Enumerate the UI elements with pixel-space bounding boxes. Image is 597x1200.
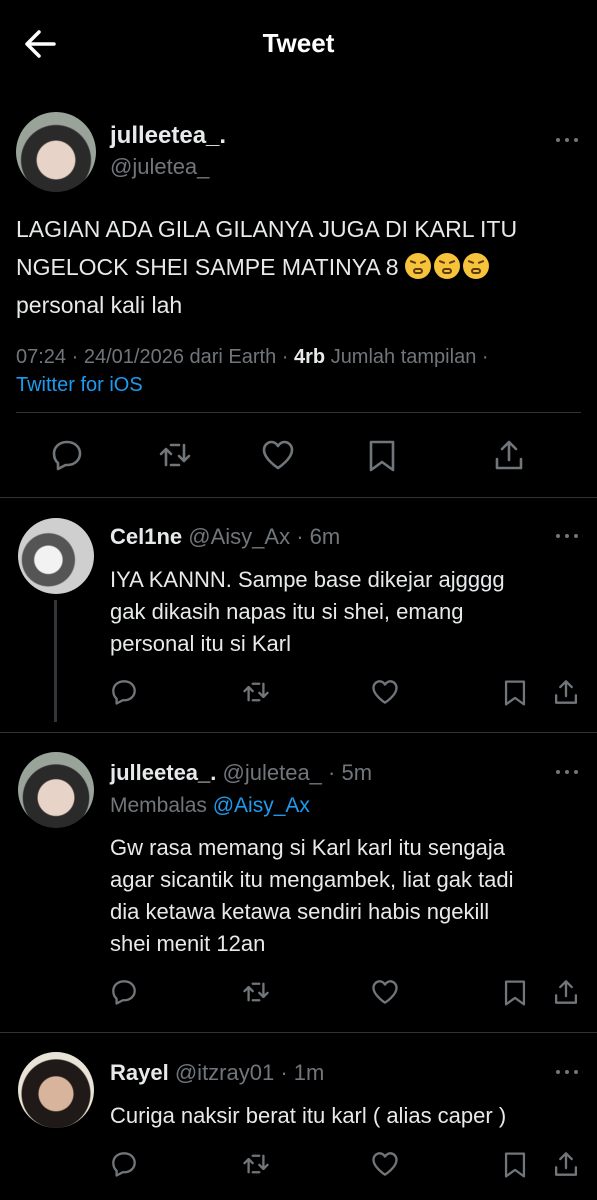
reply-text-line: personal itu si Karl (110, 631, 291, 656)
more-icon[interactable] (556, 530, 584, 542)
like-icon[interactable] (370, 978, 400, 1006)
reply-icon[interactable] (50, 438, 84, 472)
reply-text-line: Gw rasa memang si Karl karl itu sengaja (110, 835, 505, 860)
reply-icon[interactable] (110, 978, 138, 1006)
retweet-icon[interactable] (242, 978, 270, 1006)
like-icon[interactable] (370, 1150, 400, 1178)
views-count[interactable]: 4rb (294, 346, 325, 368)
divider (16, 412, 581, 413)
like-icon[interactable] (370, 678, 400, 706)
tweet-date[interactable]: 24/01/2026 dari Earth (84, 346, 276, 368)
reply-text-line: agar sicantik itu mengambek, liat gak ta… (110, 867, 514, 892)
replying-to: Membalas @Aisy_Ax (110, 794, 310, 818)
tweet-time[interactable]: 07:24 (16, 346, 66, 368)
reply-text-line: dia ketawa ketawa sendiri habis ngekill (110, 899, 490, 924)
tweet-text-line: personal kali lah (16, 292, 183, 318)
share-icon[interactable] (552, 678, 580, 706)
like-icon[interactable] (260, 438, 296, 472)
replying-to-link[interactable]: @Aisy_Ax (213, 794, 310, 817)
reply-header: julleetea_. @juletea_ · 5m (110, 760, 373, 785)
divider (0, 497, 597, 498)
tweet-text-segment: NGELOCK SHEI SAMPE MATINYA 8 (16, 254, 399, 280)
reply-text: IYA KANNN. Sampe base dikejar ajgggg gak… (110, 564, 580, 660)
tweet-text: LAGIAN ADA GILA GILANYA JUGA DI KARL ITU… (16, 210, 586, 324)
retweet-icon[interactable] (242, 1150, 270, 1178)
reply-age[interactable]: 5m (341, 760, 372, 785)
share-icon[interactable] (552, 1150, 580, 1178)
reply-icon[interactable] (110, 1150, 138, 1178)
retweet-icon[interactable] (242, 678, 270, 706)
reply-age[interactable]: 1m (294, 1060, 325, 1085)
more-icon[interactable] (556, 134, 584, 146)
tweet-meta: 07:24 · 24/01/2026 dari Earth · 4rb Juml… (16, 346, 489, 396)
display-name[interactable]: julleetea_. (110, 122, 226, 150)
page-title: Tweet (262, 28, 335, 58)
reply-text: Curiga naksir berat itu karl ( alias cap… (110, 1100, 580, 1132)
tired-face-emoji-icon (462, 253, 489, 279)
thread-line (54, 600, 57, 722)
bookmark-icon[interactable] (502, 978, 528, 1008)
more-icon[interactable] (556, 1066, 584, 1078)
reply-header: Rayel @itzray01 · 1m (110, 1060, 325, 1085)
user-handle[interactable]: @itzray01 (175, 1060, 274, 1085)
tweet-text-line: LAGIAN ADA GILA GILANYA JUGA DI KARL ITU (16, 216, 518, 242)
bookmark-icon[interactable] (502, 678, 528, 708)
views-label: Jumlah tampilan (330, 346, 477, 368)
more-icon[interactable] (556, 766, 584, 778)
divider (0, 732, 597, 733)
user-handle[interactable]: @Aisy_Ax (188, 524, 290, 549)
replying-label: Membalas (110, 794, 207, 817)
bookmark-icon[interactable] (502, 1150, 528, 1180)
reply-header: Cel1ne @Aisy_Ax · 6m (110, 524, 341, 549)
avatar[interactable] (16, 112, 96, 192)
avatar[interactable] (18, 518, 94, 594)
display-name[interactable]: julleetea_. (110, 760, 216, 785)
reply-text: Gw rasa memang si Karl karl itu sengaja … (110, 832, 580, 960)
retweet-icon[interactable] (158, 438, 192, 472)
reply-text-line: shei menit 12an (110, 931, 266, 956)
reply-text-line: Curiga naksir berat itu karl ( alias cap… (110, 1103, 507, 1128)
user-handle[interactable]: @juletea_ (110, 154, 209, 180)
share-icon[interactable] (492, 438, 526, 472)
avatar[interactable] (18, 1052, 94, 1128)
divider (0, 1032, 597, 1033)
display-name[interactable]: Cel1ne (110, 524, 182, 549)
share-icon[interactable] (552, 978, 580, 1006)
tweet-text-line: NGELOCK SHEI SAMPE MATINYA 8 (16, 248, 586, 286)
bookmark-icon[interactable] (366, 438, 398, 474)
reply-text-line: IYA KANNN. Sampe base dikejar ajgggg (110, 567, 505, 592)
tired-face-emoji-icon (404, 253, 431, 279)
reply-text-line: gak dikasih napas itu si shei, emang (110, 599, 464, 624)
reply-age[interactable]: 6m (310, 524, 341, 549)
source-link[interactable]: Twitter for iOS (16, 374, 143, 396)
reply-icon[interactable] (110, 678, 138, 706)
user-handle[interactable]: @juletea_ (223, 760, 322, 785)
avatar[interactable] (18, 752, 94, 828)
top-bar: Tweet (0, 0, 597, 90)
tired-face-emoji-icon (433, 253, 460, 279)
display-name[interactable]: Rayel (110, 1060, 169, 1085)
